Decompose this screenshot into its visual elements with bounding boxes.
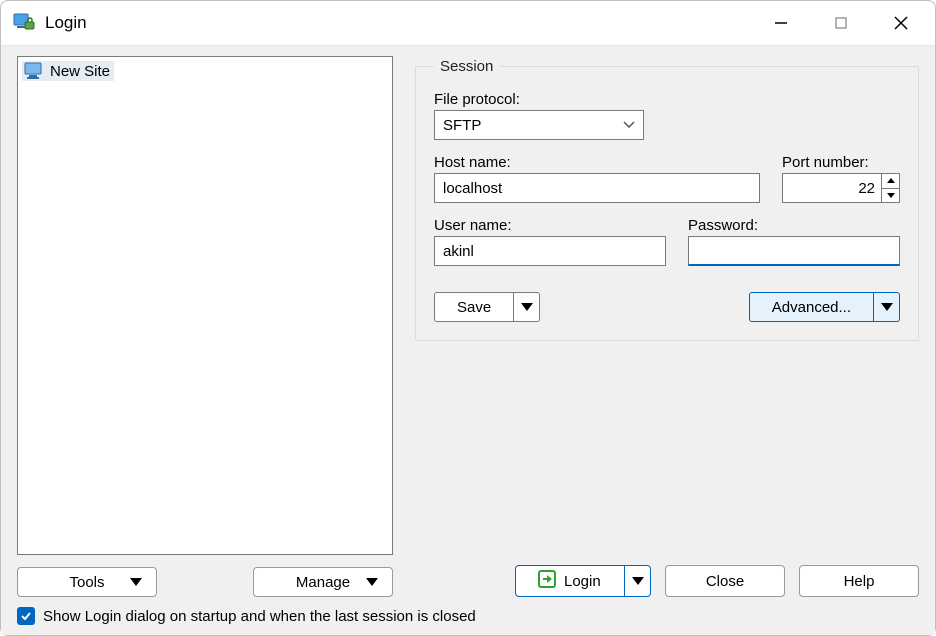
show-on-startup-checkbox[interactable]	[17, 607, 35, 625]
host-label: Host name:	[434, 154, 760, 171]
chevron-down-icon	[887, 193, 895, 198]
help-button[interactable]: Help	[799, 565, 919, 597]
maximize-button[interactable]	[811, 3, 871, 43]
port-field: Port number: 22	[782, 154, 900, 203]
save-dropdown-button[interactable]	[514, 292, 540, 322]
right-panel: Session File protocol: SFTP Host name: l	[415, 56, 919, 597]
host-input[interactable]: localhost	[434, 173, 760, 203]
session-groupbox: Session File protocol: SFTP Host name: l	[415, 58, 919, 341]
manage-button-label: Manage	[296, 574, 350, 591]
close-window-button[interactable]	[871, 3, 931, 43]
close-button[interactable]: Close	[665, 565, 785, 597]
advanced-button-label: Advanced...	[772, 299, 851, 316]
chevron-up-icon	[887, 178, 895, 183]
tools-button[interactable]: Tools	[17, 567, 157, 597]
protocol-field: File protocol: SFTP	[434, 91, 644, 140]
port-label: Port number:	[782, 154, 900, 171]
save-button[interactable]: Save	[434, 292, 514, 322]
password-input[interactable]	[688, 236, 900, 266]
password-label: Password:	[688, 217, 900, 234]
login-split-button: Login	[515, 565, 651, 597]
site-list[interactable]: New Site	[17, 56, 393, 555]
chevron-down-icon	[881, 303, 893, 311]
show-on-startup-label: Show Login dialog on startup and when th…	[43, 608, 476, 625]
port-spinner	[882, 173, 900, 203]
main-content-row: New Site Tools Manage Session	[17, 56, 919, 597]
port-input[interactable]: 22	[782, 173, 882, 203]
login-button-label: Login	[564, 573, 601, 590]
site-list-toolbar: Tools Manage	[17, 567, 393, 597]
client-area: New Site Tools Manage Session	[1, 45, 935, 635]
dialog-button-row: Login Close Help	[415, 565, 919, 597]
window-title: Login	[45, 13, 87, 33]
tools-button-label: Tools	[69, 574, 104, 591]
username-label: User name:	[434, 217, 666, 234]
minimize-button[interactable]	[751, 3, 811, 43]
chevron-down-icon	[623, 121, 635, 129]
host-field: Host name: localhost	[434, 154, 760, 203]
title-bar: Login	[1, 1, 935, 45]
advanced-dropdown-button[interactable]	[874, 292, 900, 322]
monitor-icon	[24, 62, 44, 80]
chevron-down-icon	[521, 303, 533, 311]
advanced-split-button: Advanced...	[749, 292, 900, 322]
startup-checkbox-row: Show Login dialog on startup and when th…	[17, 607, 919, 625]
app-icon	[13, 12, 35, 34]
protocol-label: File protocol:	[434, 91, 644, 108]
protocol-value: SFTP	[443, 117, 481, 134]
port-spin-up[interactable]	[882, 174, 899, 188]
login-dialog-window: Login	[0, 0, 936, 636]
save-button-label: Save	[457, 299, 491, 316]
port-spin-down[interactable]	[882, 188, 899, 203]
manage-button[interactable]: Manage	[253, 567, 393, 597]
username-field: User name: akinl	[434, 217, 666, 266]
help-button-label: Help	[844, 573, 875, 590]
host-input-value: localhost	[443, 180, 502, 197]
port-input-value: 22	[858, 180, 875, 197]
login-icon	[538, 570, 556, 592]
site-list-item[interactable]: New Site	[22, 61, 114, 81]
chevron-down-icon	[632, 577, 644, 585]
chevron-down-icon	[130, 578, 142, 586]
username-input[interactable]: akinl	[434, 236, 666, 266]
username-input-value: akinl	[443, 243, 474, 260]
login-dropdown-button[interactable]	[625, 565, 651, 597]
site-item-label: New Site	[50, 63, 110, 80]
chevron-down-icon	[366, 578, 378, 586]
login-button[interactable]: Login	[515, 565, 625, 597]
close-button-label: Close	[706, 573, 744, 590]
left-panel: New Site Tools Manage	[17, 56, 393, 597]
protocol-select[interactable]: SFTP	[434, 110, 644, 140]
password-field: Password:	[688, 217, 900, 266]
session-legend: Session	[434, 58, 499, 75]
check-icon	[20, 610, 32, 622]
session-button-row: Save Advanced...	[434, 292, 900, 322]
advanced-button[interactable]: Advanced...	[749, 292, 874, 322]
save-split-button: Save	[434, 292, 540, 322]
